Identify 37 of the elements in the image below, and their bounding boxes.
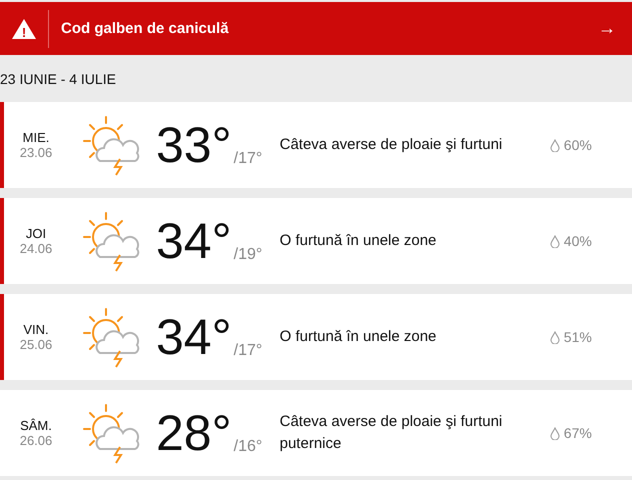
warning-icon: !	[11, 18, 37, 40]
high-temperature: 34°	[156, 308, 232, 366]
forecast-row[interactable]: MIE. 23.06 33°/17° Câteva averse de ploaie şi furtuni 60%	[0, 102, 632, 188]
low-temperature: /19°	[234, 246, 264, 264]
day-name: SÂM.	[20, 418, 52, 433]
alert-banner[interactable]: ! Cod galben de caniculă →	[0, 2, 632, 55]
forecast-description: O furtună în unele zone	[280, 231, 438, 252]
alert-title: Cod galben de caniculă	[60, 20, 230, 37]
high-temperature: 33°	[156, 116, 232, 174]
forecast-row[interactable]: JOI 24.06 34°/19° O furtună în unele zone 40%	[0, 198, 632, 284]
drop-icon	[550, 426, 560, 440]
day-date: 25.06	[20, 337, 52, 352]
date-range: 23 IUNIE - 4 IULIE	[0, 70, 117, 88]
low-temperature: /17°	[234, 342, 264, 360]
forecast-row[interactable]: SÂM. 26.06 28°/16° Câteva averse de ploaie şi furtuni puternice 67%	[0, 390, 632, 476]
arrow-button[interactable]: →	[582, 18, 632, 39]
drop-icon	[550, 138, 560, 152]
high-temperature: 28°	[156, 404, 232, 462]
day-name: MIE.	[22, 130, 50, 145]
forecast-description: O furtună în unele zone	[280, 327, 438, 348]
day-date: 26.06	[20, 433, 52, 448]
day-name: JOI	[26, 226, 46, 241]
forecast-row[interactable]: VIN. 25.06 34°/17° O furtună în unele zone 51%	[0, 294, 632, 380]
forecast-description: Câteva averse de ploaie şi furtuni	[280, 135, 504, 156]
day-date: 24.06	[20, 241, 52, 256]
day-date: 23.06	[20, 145, 52, 160]
precipitation-chance: 40%	[564, 233, 592, 249]
low-temperature: /17°	[234, 150, 264, 168]
high-temperature: 34°	[156, 212, 232, 270]
precipitation-chance: 60%	[564, 137, 592, 153]
day-name: VIN.	[23, 322, 49, 337]
drop-icon	[550, 330, 560, 344]
low-temperature: /16°	[234, 438, 264, 456]
forecast-description: Câteva averse de ploaie şi furtuni puternice	[280, 412, 504, 454]
drop-icon	[550, 234, 560, 248]
precipitation-chance: 67%	[564, 425, 592, 441]
precipitation-chance: 51%	[564, 329, 592, 345]
